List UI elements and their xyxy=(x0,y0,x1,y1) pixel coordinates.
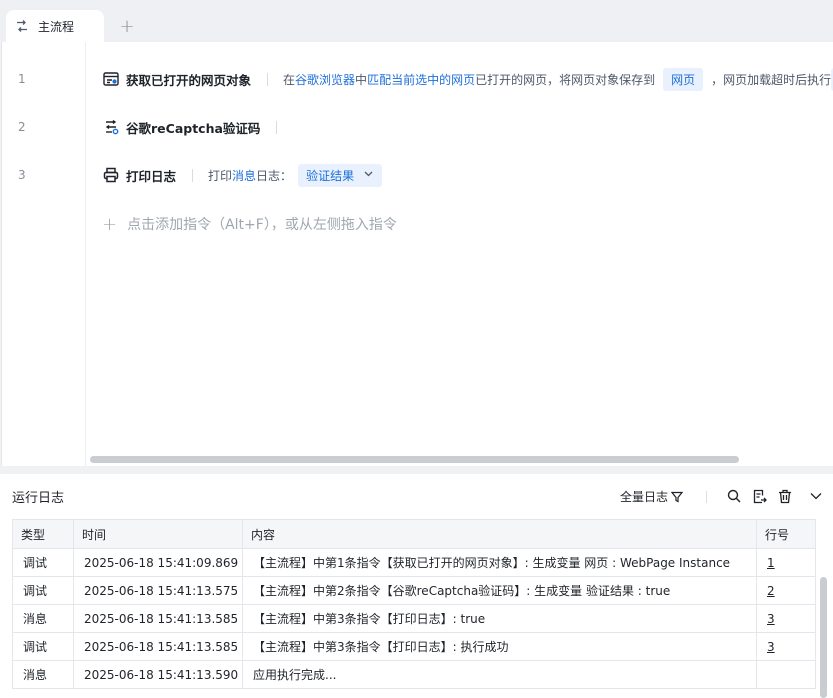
command-title: 获取已打开的网页对象 xyxy=(126,72,252,88)
export-log-icon[interactable] xyxy=(750,487,768,505)
log-content: 应用执行完成... xyxy=(242,660,757,689)
log-type: 调试 xyxy=(12,576,74,605)
command-row[interactable]: 谷歌reCaptcha验证码 xyxy=(102,114,292,140)
desc-text: 中 xyxy=(355,72,368,87)
column-header-type[interactable]: 类型 xyxy=(12,519,74,549)
log-filter-button[interactable]: 全量日志 xyxy=(620,488,684,505)
log-time: 2025-06-18 15:41:13.590 xyxy=(73,660,243,689)
table-row[interactable]: 消息 2025-06-18 15:41:13.590 应用执行完成... xyxy=(12,660,816,689)
log-time: 2025-06-18 15:41:09.869 xyxy=(73,548,243,577)
log-level-param[interactable]: 消息 xyxy=(232,167,256,184)
table-row[interactable]: 消息 2025-06-18 15:41:13.585 【主流程】中第3条指令【打… xyxy=(12,604,816,633)
printer-icon xyxy=(102,167,119,184)
flow-icon xyxy=(15,19,29,33)
output-variable-chip[interactable]: 网页 xyxy=(663,67,704,91)
line-number: 3 xyxy=(18,168,26,182)
log-content: 【主流程】中第2条指令【谷歌reCaptcha验证码】: 生成变量 验证结果 :… xyxy=(242,576,757,605)
command-description: 打印 消息 日志： 验证结果 xyxy=(208,163,383,187)
desc-text: 打印 xyxy=(208,168,233,183)
filter-icon xyxy=(671,491,684,503)
delete-icon[interactable] xyxy=(776,487,794,505)
tab-bar: 主流程 + xyxy=(0,0,833,42)
search-icon[interactable] xyxy=(725,487,743,505)
log-time: 2025-06-18 15:41:13.575 xyxy=(73,576,243,605)
column-header-content[interactable]: 内容 xyxy=(242,519,757,549)
webpage-icon xyxy=(102,71,119,88)
horizontal-scrollbar[interactable] xyxy=(90,456,739,463)
desc-text: ，网页加载超时后执行 xyxy=(711,72,832,87)
log-time: 2025-06-18 15:41:13.585 xyxy=(73,604,243,633)
browser-param[interactable]: 谷歌浏览器 xyxy=(295,71,355,88)
log-content: 【主流程】中第3条指令【打印日志】: true xyxy=(242,604,757,633)
log-type: 消息 xyxy=(12,604,74,633)
match-param[interactable]: 匹配当前选中的网页 xyxy=(367,71,475,88)
log-content: 【主流程】中第3条指令【打印日志】: 执行成功 xyxy=(242,632,757,661)
log-line-link[interactable]: 2 xyxy=(756,576,816,605)
toolbar-divider xyxy=(706,491,707,503)
table-row[interactable]: 调试 2025-06-18 15:41:13.585 【主流程】中第3条指令【打… xyxy=(12,632,816,661)
dropdown-value: 验证结果 xyxy=(306,168,355,183)
log-filter-label: 全量日志 xyxy=(620,490,669,504)
desc-text: 已打开的网页，将网页对象保存到 xyxy=(475,72,656,87)
add-command-label: 点击添加指令（Alt+F），或从左侧拖入指令 xyxy=(127,217,397,233)
table-row[interactable]: 调试 2025-06-18 15:41:09.869 【主流程】中第1条指令【获… xyxy=(12,548,816,577)
log-line-link[interactable]: 1 xyxy=(756,548,816,577)
command-row[interactable]: 打印日志 打印 消息 日志： 验证结果 xyxy=(102,162,383,188)
run-log-panel: 运行日志 全量日志 类型 时间 内容 行号 调试 2025-06-18 15:4… xyxy=(0,474,833,698)
column-header-line[interactable]: 行号 xyxy=(756,519,816,549)
flow-editor: 1 2 3 获取已打开的网页对象 在 谷歌浏览器 中 匹配当前选中的网页 已打开… xyxy=(1,42,833,466)
line-gutter: 1 2 3 xyxy=(2,42,86,466)
log-line-link[interactable]: 3 xyxy=(756,604,816,633)
column-header-time[interactable]: 时间 xyxy=(73,519,243,549)
divider xyxy=(192,168,194,182)
collapse-panel-icon[interactable] xyxy=(807,487,825,505)
command-row[interactable]: 获取已打开的网页对象 在 谷歌浏览器 中 匹配当前选中的网页 已打开的网页，将网… xyxy=(102,66,833,92)
log-type: 调试 xyxy=(12,632,74,661)
table-header-row: 类型 时间 内容 行号 xyxy=(12,519,816,549)
command-title: 谷歌reCaptcha验证码 xyxy=(126,120,261,136)
table-row[interactable]: 调试 2025-06-18 15:41:13.575 【主流程】中第2条指令【谷… xyxy=(12,576,816,605)
log-variable-dropdown[interactable]: 验证结果 xyxy=(298,163,383,187)
desc-text: 在 xyxy=(283,72,296,87)
tab-label: 主流程 xyxy=(38,19,75,34)
panel-divider[interactable] xyxy=(0,466,833,474)
log-line-link[interactable]: 3 xyxy=(756,632,816,661)
command-title: 打印日志 xyxy=(126,168,177,184)
log-type: 消息 xyxy=(12,660,74,689)
log-content: 【主流程】中第1条指令【获取已打开的网页对象】: 生成变量 网页 : WebPa… xyxy=(242,548,757,577)
log-line-link[interactable] xyxy=(756,660,816,689)
plus-icon: + xyxy=(102,213,118,235)
chevron-down-icon xyxy=(364,170,373,180)
add-command-hint[interactable]: + 点击添加指令（Alt+F），或从左侧拖入指令 xyxy=(102,213,397,235)
line-number: 2 xyxy=(18,120,26,134)
log-type: 调试 xyxy=(12,548,74,577)
add-tab-button[interactable]: + xyxy=(117,14,137,38)
command-description: 在 谷歌浏览器 中 匹配当前选中的网页 已打开的网页，将网页对象保存到 网页 ，… xyxy=(283,67,833,91)
desc-text: 日志： xyxy=(256,168,293,183)
log-table: 类型 时间 内容 行号 调试 2025-06-18 15:41:09.869 【… xyxy=(12,519,816,689)
vertical-scrollbar[interactable] xyxy=(820,577,827,698)
log-panel-title: 运行日志 xyxy=(12,491,65,506)
divider xyxy=(276,120,278,134)
recaptcha-icon xyxy=(102,119,119,136)
divider xyxy=(267,72,269,86)
log-time: 2025-06-18 15:41:13.585 xyxy=(73,632,243,661)
line-number: 1 xyxy=(18,72,26,86)
tab-main-flow[interactable]: 主流程 xyxy=(6,10,104,42)
